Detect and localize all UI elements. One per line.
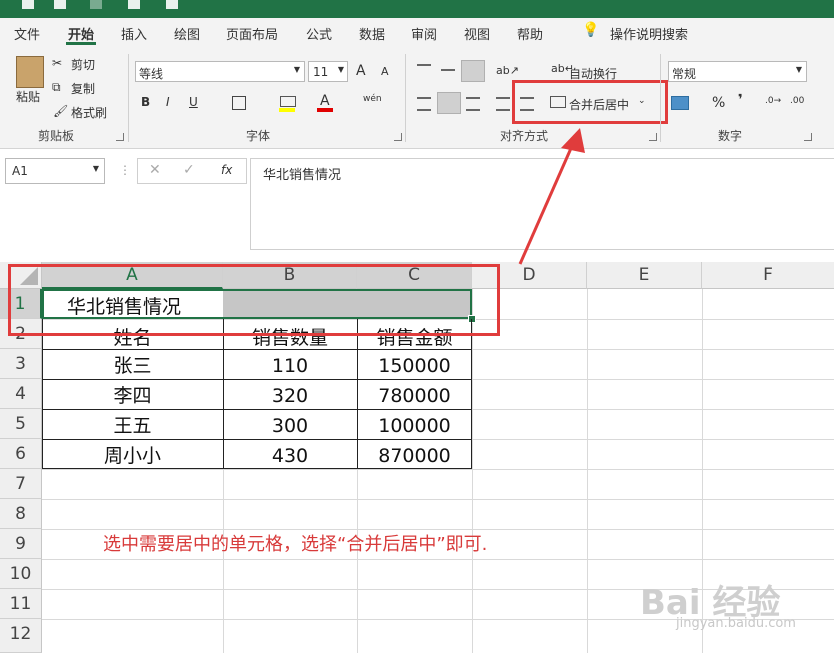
arrow-head (561, 128, 585, 153)
arrow-line (518, 145, 574, 265)
annotation-arrow (518, 128, 585, 265)
watermark-url: jingyan.baidu.com (676, 616, 796, 631)
